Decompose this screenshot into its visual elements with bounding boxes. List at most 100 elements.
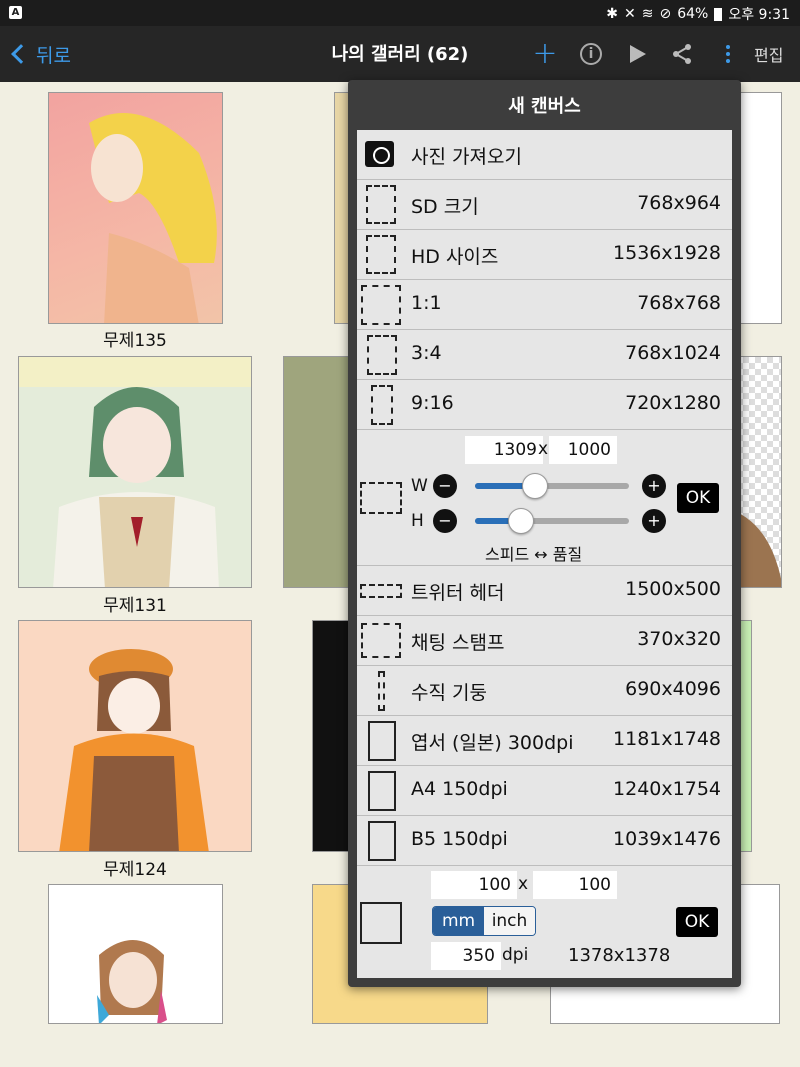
height-slider-knob[interactable]: [508, 508, 534, 534]
artwork-image: [89, 113, 217, 323]
back-button[interactable]: 뒤로: [8, 38, 71, 70]
canvas-preset-list: 사진 가져오기 SD 크기 768x964 HD 사이즈 1536x1928 1…: [357, 130, 732, 978]
height-label: H: [411, 511, 424, 531]
canvas-shape-icon: [361, 285, 401, 325]
preset-size: 1500x500: [625, 578, 721, 600]
camera-icon: [365, 141, 394, 167]
height-plus-button[interactable]: +: [642, 509, 666, 533]
height-slider-track[interactable]: [475, 518, 629, 524]
canvas-shape-icon: [366, 235, 396, 274]
unit-mm-option[interactable]: mm: [433, 907, 484, 935]
gallery-thumb-135[interactable]: [48, 92, 223, 324]
info-icon[interactable]: i: [578, 38, 604, 70]
canvas-shape-icon: [360, 482, 402, 514]
unit-inch-option[interactable]: inch: [484, 907, 535, 935]
artwork-image: [19, 357, 251, 587]
canvas-shape-icon: [368, 721, 396, 761]
preset-row-1-1[interactable]: 1:1 768x768: [357, 280, 732, 330]
width-label: W: [411, 476, 428, 496]
battery-percent: 64%: [677, 6, 709, 22]
preset-label: A4 150dpi: [411, 778, 508, 800]
width-slider-knob[interactable]: [522, 473, 548, 499]
physical-width-input[interactable]: [431, 871, 517, 899]
import-photo-row[interactable]: 사진 가져오기: [357, 130, 732, 180]
thumb-label-135: 무제135: [103, 331, 167, 351]
canvas-shape-icon: [361, 623, 401, 658]
canvas-shape-icon: [368, 821, 396, 861]
preset-size: 768x768: [637, 292, 721, 314]
physical-height-input[interactable]: [533, 871, 617, 899]
width-plus-button[interactable]: +: [642, 474, 666, 498]
preset-label: 수직 기둥: [411, 682, 487, 704]
share-icon[interactable]: [670, 38, 694, 70]
preset-row-vertical-pillar[interactable]: 수직 기둥 690x4096: [357, 666, 732, 716]
back-label: 뒤로: [36, 44, 71, 67]
clock: 오후 9:31: [728, 7, 790, 23]
plus-icon[interactable]: +: [530, 38, 560, 70]
width-minus-button[interactable]: −: [433, 474, 457, 498]
canvas-shape-icon: [366, 185, 396, 224]
preset-label: 1:1: [411, 292, 442, 314]
dpi-input[interactable]: [431, 942, 501, 970]
more-icon[interactable]: [720, 38, 736, 70]
custom-width-input[interactable]: [465, 436, 543, 464]
mute-icon: ✕: [624, 6, 636, 22]
preset-label: B5 150dpi: [411, 828, 508, 850]
preset-size: 768x1024: [625, 342, 721, 364]
bluetooth-icon: ✱: [606, 6, 619, 22]
gallery-thumb-131[interactable]: [18, 356, 252, 588]
preset-row-hd[interactable]: HD 사이즈 1536x1928: [357, 230, 732, 280]
preset-label: 3:4: [411, 342, 442, 364]
canvas-shape-icon: [368, 771, 396, 811]
custom-ok-button[interactable]: OK: [677, 483, 719, 513]
height-minus-button[interactable]: −: [433, 509, 457, 533]
preset-label: 엽서 (일본) 300dpi: [411, 732, 574, 754]
play-icon[interactable]: [628, 38, 648, 70]
canvas-shape-icon: [367, 335, 397, 375]
import-photo-label: 사진 가져오기: [411, 146, 522, 168]
dpi-label: dpi: [502, 945, 529, 965]
preset-size: 1181x1748: [613, 728, 721, 750]
preset-size: 1039x1476: [613, 828, 721, 850]
preset-size: 1240x1754: [613, 778, 721, 800]
status-bar: A ✱ ✕ ≋ ⊘ 64% 오후 9:31: [0, 0, 800, 26]
preset-row-postcard[interactable]: 엽서 (일본) 300dpi 1181x1748: [357, 716, 732, 766]
edit-button[interactable]: 편집: [754, 42, 783, 66]
width-slider-track[interactable]: [475, 483, 629, 489]
custom-height-input[interactable]: [549, 436, 617, 464]
no-disturb-icon: ⊘: [659, 6, 672, 22]
unit-toggle: mm inch: [432, 906, 536, 936]
canvas-shape-icon: [371, 385, 393, 425]
physical-size-row: x mm inch OK dpi 1378x1378: [357, 866, 732, 978]
preset-label: 9:16: [411, 392, 454, 414]
preset-label: HD 사이즈: [411, 246, 499, 268]
preset-row-3-4[interactable]: 3:4 768x1024: [357, 330, 732, 380]
preset-size: 690x4096: [625, 678, 721, 700]
artwork-image: [97, 940, 167, 1023]
thumb-label-124: 무제124: [103, 860, 167, 880]
preset-row-sd[interactable]: SD 크기 768x964: [357, 180, 732, 230]
preset-row-a4[interactable]: A4 150dpi 1240x1754: [357, 766, 732, 816]
page-title: 나의 갤러리 (62): [331, 44, 469, 65]
thumb-label-131: 무제131: [103, 596, 167, 616]
physical-ok-button[interactable]: OK: [676, 907, 718, 937]
preset-row-b5[interactable]: B5 150dpi 1039x1476: [357, 816, 732, 866]
canvas-shape-icon: [378, 671, 385, 711]
preset-row-chat-stamp[interactable]: 채팅 스탬프 370x320: [357, 616, 732, 666]
preset-size: 370x320: [637, 628, 721, 650]
nav-bar: 뒤로 나의 갤러리 (62) + i 편집: [0, 26, 800, 82]
speed-quality-hint: 스피드 ↔ 품질: [485, 545, 583, 564]
canvas-shape-icon: [360, 584, 402, 598]
custom-size-row: x W − + H − + OK 스피드 ↔ 품질: [357, 430, 732, 566]
preset-row-9-16[interactable]: 9:16 720x1280: [357, 380, 732, 430]
times-label: x: [538, 439, 549, 459]
gallery-thumb-124[interactable]: [18, 620, 252, 852]
artwork-image: [59, 649, 209, 851]
gallery-thumb-row4-left[interactable]: [48, 884, 223, 1024]
wifi-icon: ≋: [641, 6, 654, 22]
preset-label: SD 크기: [411, 196, 479, 218]
app-notification-icon: A: [9, 6, 22, 19]
times-label: x: [518, 874, 529, 894]
battery-icon: [714, 7, 723, 21]
preset-row-twitter-header[interactable]: 트위터 헤더 1500x500: [357, 566, 732, 616]
